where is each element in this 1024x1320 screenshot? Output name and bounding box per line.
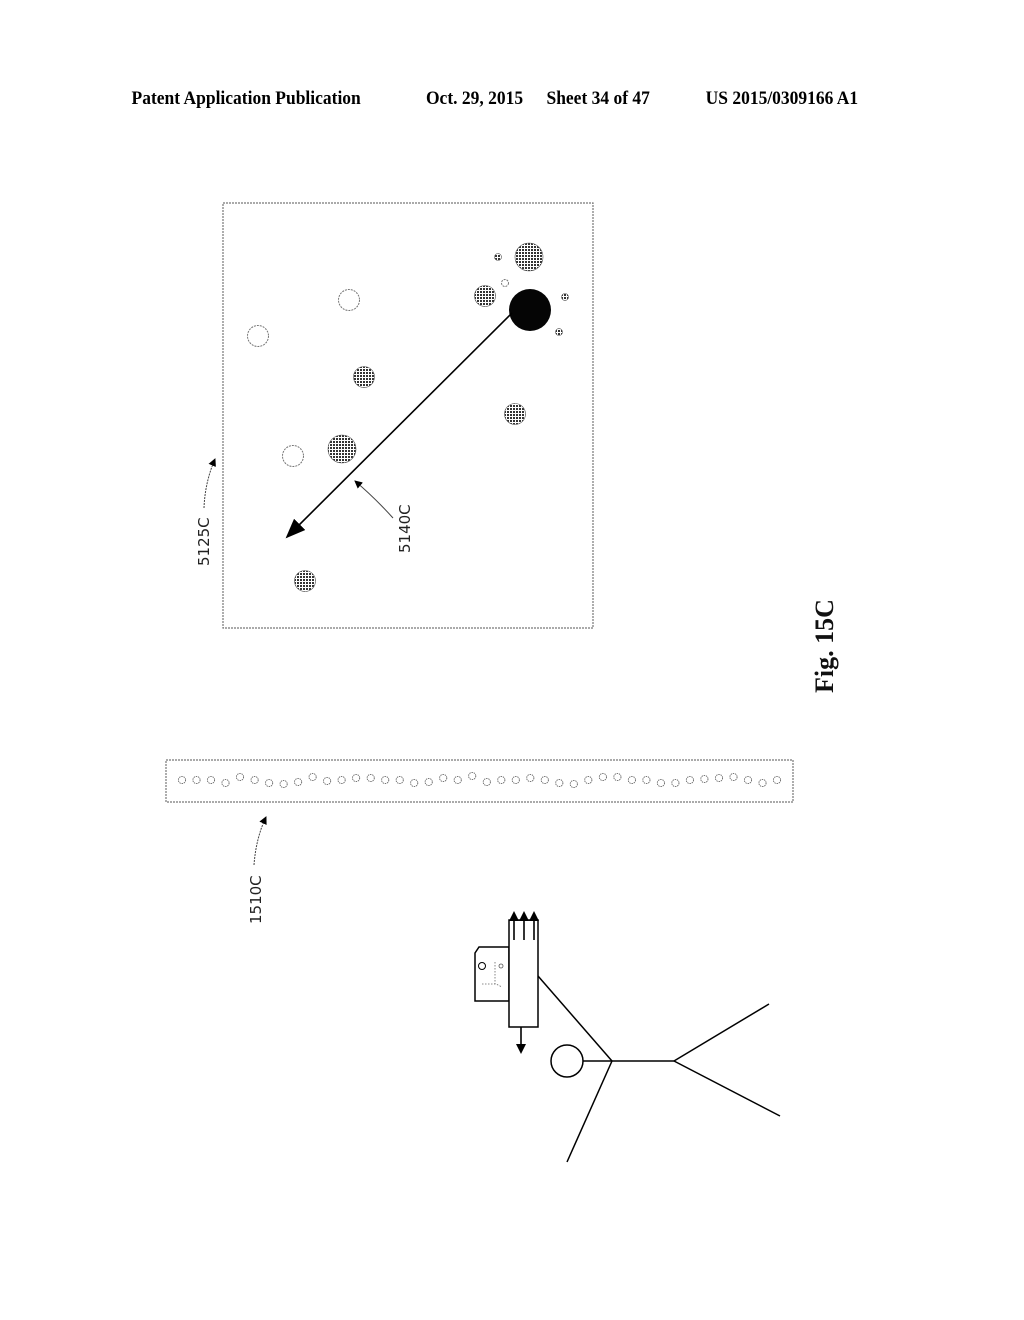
panel-object-shaded: [474, 285, 496, 307]
panel-object-shaded: [327, 434, 357, 464]
strip-object: [177, 775, 187, 785]
strip-object: [453, 775, 462, 785]
strip-object: [627, 775, 636, 785]
strip-object: [235, 772, 245, 782]
strip-object: [555, 778, 564, 788]
view-panel-leader: [203, 458, 216, 509]
panel-object-hollow: [282, 445, 304, 467]
panel-object-shaded: [514, 242, 544, 272]
panel-object-hollow: [247, 325, 269, 347]
motion-vector-arrow: [285, 312, 513, 539]
user-figure: [537, 975, 781, 1163]
strip-object: [410, 778, 419, 788]
strip-object: [685, 775, 694, 785]
strip-object: [482, 777, 491, 787]
strip-object: [772, 775, 782, 785]
motion-vector-leader: [354, 480, 394, 519]
sensor-strip-leader: [253, 816, 267, 866]
strip-object: [511, 775, 520, 785]
strip-object: [758, 778, 767, 788]
strip-object: [221, 778, 230, 788]
strip-object: [439, 773, 448, 783]
camera-device: [474, 919, 539, 1028]
panel-object-shaded: [494, 253, 502, 261]
strip-object: [381, 775, 390, 785]
panel-object-shaded: [294, 570, 316, 592]
strip-object: [250, 775, 259, 785]
strip-objects: [177, 771, 782, 789]
panel-object-hollow: [338, 289, 360, 311]
strip-object: [729, 772, 738, 782]
strip-object: [206, 775, 216, 785]
panel-object-solid: [509, 289, 551, 331]
strip-object: [642, 775, 651, 785]
strip-object: [323, 776, 332, 786]
panel-object-shaded: [555, 328, 563, 336]
strip-object: [395, 775, 404, 785]
panel-object-shaded: [353, 366, 375, 388]
strip-object: [497, 775, 506, 785]
strip-object: [584, 775, 593, 785]
figure-caption: Fig. 15C: [810, 599, 839, 693]
motion-vector-label: 5140C: [396, 504, 414, 553]
strip-object: [569, 779, 578, 789]
panel-object-shaded: [504, 403, 526, 425]
strip-object: [743, 775, 753, 785]
strip-object: [265, 778, 274, 788]
strip-object: [337, 775, 346, 785]
user-head: [550, 1044, 584, 1078]
strip-object: [279, 779, 288, 789]
view-panel-label: 5125C: [195, 517, 213, 566]
strip-object: [714, 773, 724, 783]
strip-object: [308, 772, 317, 782]
strip-object: [656, 778, 665, 788]
strip-object: [352, 773, 361, 783]
panel-object-shaded: [561, 293, 569, 301]
strip-object: [540, 775, 549, 785]
strip-object: [526, 773, 535, 783]
strip-object: [700, 774, 709, 784]
sensor-strip-label: 1510C: [247, 875, 265, 924]
strip-object: [366, 773, 375, 783]
sensor-strip-frame: [165, 759, 794, 803]
panel-object-hollow: [501, 279, 509, 287]
strip-object: [613, 772, 622, 782]
strip-object: [192, 775, 201, 785]
strip-object: [424, 777, 433, 787]
strip-object: [671, 778, 680, 788]
strip-object: [598, 772, 607, 782]
figure-drawing: 5125C 5140C Fig. 15C 1510C: [165, 202, 839, 1163]
strip-object: [294, 777, 303, 787]
strip-object: [468, 771, 477, 781]
